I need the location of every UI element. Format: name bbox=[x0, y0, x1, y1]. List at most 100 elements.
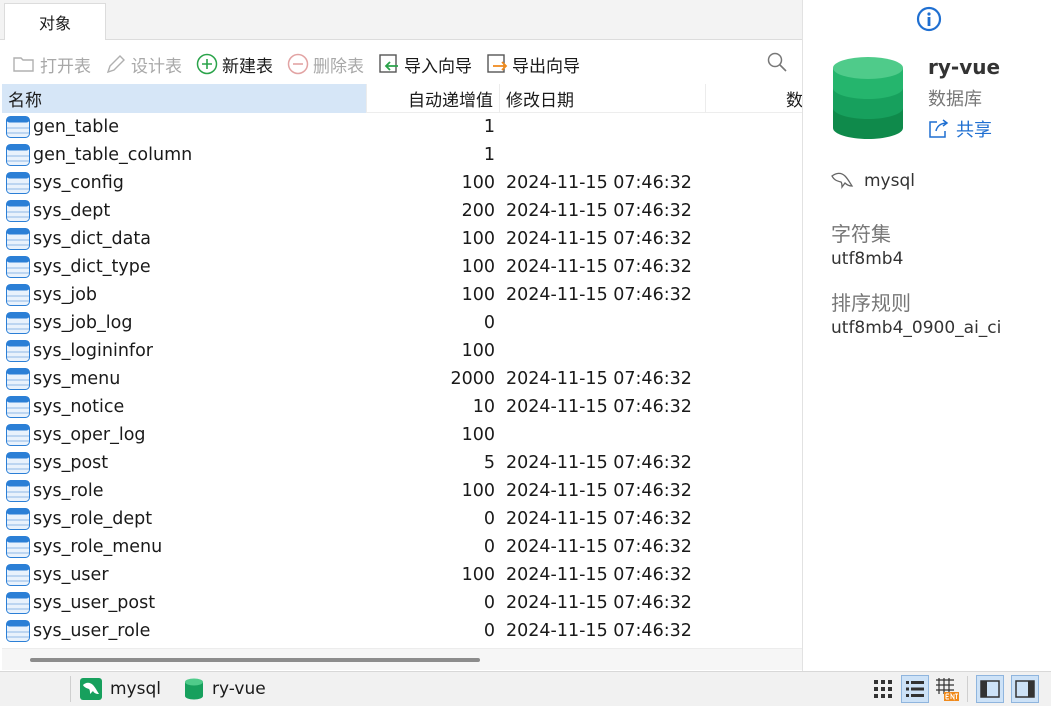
table-row[interactable]: sys_config 100 2024-11-15 07:46:32 bbox=[2, 169, 802, 197]
objects-pane: 对象 打开表 设计表 新建表 删除表 导入向导 导出向导 名称 自动递增值 修改… bbox=[0, 0, 803, 671]
table-row[interactable]: sys_user_post 0 2024-11-15 07:46:32 bbox=[2, 589, 802, 617]
modified-date-cell: 2024-11-15 07:46:32 bbox=[506, 621, 692, 641]
table-name: sys_dept bbox=[33, 201, 111, 221]
auto-increment-cell: 0 bbox=[483, 313, 495, 333]
table-row[interactable]: sys_user_role 0 2024-11-15 07:46:32 bbox=[2, 617, 802, 645]
list-view-button[interactable] bbox=[901, 675, 929, 703]
auto-increment-cell: 100 bbox=[461, 257, 495, 277]
database-icon bbox=[833, 57, 903, 139]
auto-increment-cell: 1 bbox=[483, 145, 495, 165]
column-header-auto-increment[interactable]: 自动递增值 bbox=[367, 84, 500, 113]
auto-increment-cell: 100 bbox=[461, 229, 495, 249]
collation-label: 排序规则 bbox=[831, 291, 911, 315]
table-name-cell: sys_dict_type bbox=[2, 256, 367, 278]
import-wizard-button[interactable]: 导入向导 bbox=[374, 48, 476, 80]
column-header-more[interactable]: 数 bbox=[706, 84, 802, 113]
status-bar: mysql ry-vue bbox=[0, 671, 1051, 706]
horizontal-scrollbar[interactable] bbox=[2, 648, 802, 670]
design-table-button[interactable]: 设计表 bbox=[101, 48, 186, 80]
table-name: sys_role_dept bbox=[33, 509, 153, 529]
table-icon bbox=[6, 200, 30, 222]
table-icon bbox=[6, 480, 30, 502]
table-name-cell: sys_role_menu bbox=[2, 536, 367, 558]
table-row[interactable]: sys_dict_data 100 2024-11-15 07:46:32 bbox=[2, 225, 802, 253]
table-row[interactable]: sys_logininfor 100 bbox=[2, 337, 802, 365]
delete-table-button[interactable]: 删除表 bbox=[283, 48, 368, 80]
table-name: sys_notice bbox=[33, 397, 125, 417]
status-connection: mysql bbox=[80, 678, 161, 700]
table-name-cell: gen_table_column bbox=[2, 144, 367, 166]
table-row[interactable]: sys_role_menu 0 2024-11-15 07:46:32 bbox=[2, 533, 802, 561]
table-name: sys_role_menu bbox=[33, 537, 163, 557]
table-row[interactable]: gen_table_column 1 bbox=[2, 141, 802, 169]
share-link[interactable]: 共享 bbox=[928, 116, 992, 142]
table-row[interactable]: sys_post 5 2024-11-15 07:46:32 bbox=[2, 449, 802, 477]
table-row[interactable]: gen_table 1 bbox=[2, 113, 802, 141]
table-icon bbox=[6, 396, 30, 418]
auto-increment-cell: 10 bbox=[472, 397, 495, 417]
modified-date-cell: 2024-11-15 07:46:32 bbox=[506, 369, 692, 389]
column-header-name[interactable]: 名称 bbox=[2, 84, 367, 113]
table-icon bbox=[6, 116, 30, 138]
column-header-modified[interactable]: 修改日期 bbox=[500, 84, 706, 113]
er-diagram-icon bbox=[936, 678, 959, 701]
auto-increment-cell: 100 bbox=[461, 425, 495, 445]
table-name: sys_dict_type bbox=[33, 257, 151, 277]
table-row[interactable]: sys_job_log 0 bbox=[2, 309, 802, 337]
table-icon bbox=[6, 452, 30, 474]
table-name-cell: sys_user_role bbox=[2, 620, 367, 642]
left-panel-icon bbox=[980, 680, 1000, 698]
modified-date-cell: 2024-11-15 07:46:32 bbox=[506, 397, 692, 417]
table-row[interactable]: sys_menu 2000 2024-11-15 07:46:32 bbox=[2, 365, 802, 393]
pencil-icon bbox=[106, 55, 125, 74]
er-diagram-view-button[interactable] bbox=[933, 675, 961, 703]
open-table-button[interactable]: 打开表 bbox=[8, 48, 95, 80]
table-row[interactable]: sys_job 100 2024-11-15 07:46:32 bbox=[2, 281, 802, 309]
search-button[interactable] bbox=[766, 51, 788, 78]
table-icon bbox=[6, 536, 30, 558]
tab-bar: 对象 bbox=[0, 0, 802, 40]
table-icon bbox=[6, 172, 30, 194]
plus-circle-icon bbox=[196, 53, 218, 75]
auto-increment-cell: 5 bbox=[483, 453, 495, 473]
grid-view-button[interactable] bbox=[869, 675, 897, 703]
table-header: 名称 自动递增值 修改日期 数 bbox=[2, 84, 802, 113]
table-row[interactable]: sys_notice 10 2024-11-15 07:46:32 bbox=[2, 393, 802, 421]
scrollbar-thumb[interactable] bbox=[30, 658, 480, 662]
table-icon bbox=[6, 508, 30, 530]
folder-icon bbox=[13, 57, 34, 72]
auto-increment-cell: 2000 bbox=[450, 369, 495, 389]
table-name: sys_user_post bbox=[33, 593, 156, 613]
modified-date-cell: 2024-11-15 07:46:32 bbox=[506, 509, 692, 529]
table-icon bbox=[6, 368, 30, 390]
export-wizard-button[interactable]: 导出向导 bbox=[482, 48, 584, 80]
table-row[interactable]: sys_user 100 2024-11-15 07:46:32 bbox=[2, 561, 802, 589]
table-row[interactable]: sys_role_dept 0 2024-11-15 07:46:32 bbox=[2, 505, 802, 533]
search-icon bbox=[767, 52, 787, 72]
modified-date-cell: 2024-11-15 07:46:32 bbox=[506, 537, 692, 557]
table-icon bbox=[6, 284, 30, 306]
info-button[interactable] bbox=[916, 6, 942, 37]
table-icon bbox=[6, 340, 30, 362]
table-row[interactable]: sys_dept 200 2024-11-15 07:46:32 bbox=[2, 197, 802, 225]
modified-date-cell: 2024-11-15 07:46:32 bbox=[506, 565, 692, 585]
auto-increment-cell: 200 bbox=[461, 201, 495, 221]
toggle-left-panel-button[interactable] bbox=[976, 675, 1004, 703]
tab-objects[interactable]: 对象 bbox=[4, 3, 106, 40]
table-row[interactable]: sys_dict_type 100 2024-11-15 07:46:32 bbox=[2, 253, 802, 281]
table-row[interactable]: sys_oper_log 100 bbox=[2, 421, 802, 449]
database-icon bbox=[185, 678, 203, 700]
modified-date-cell: 2024-11-15 07:46:32 bbox=[506, 201, 692, 221]
modified-date-cell: 2024-11-15 07:46:32 bbox=[506, 173, 692, 193]
table-name: gen_table bbox=[33, 117, 120, 137]
table-name: sys_role bbox=[33, 481, 104, 501]
new-table-button[interactable]: 新建表 bbox=[192, 48, 277, 80]
table-name-cell: sys_dict_data bbox=[2, 228, 367, 250]
table-row[interactable]: sys_role 100 2024-11-15 07:46:32 bbox=[2, 477, 802, 505]
status-separator bbox=[967, 676, 968, 702]
right-panel-icon bbox=[1015, 680, 1035, 698]
table-icon bbox=[6, 312, 30, 334]
toggle-right-panel-button[interactable] bbox=[1011, 675, 1039, 703]
table-icon bbox=[6, 228, 30, 250]
table-icon bbox=[6, 564, 30, 586]
